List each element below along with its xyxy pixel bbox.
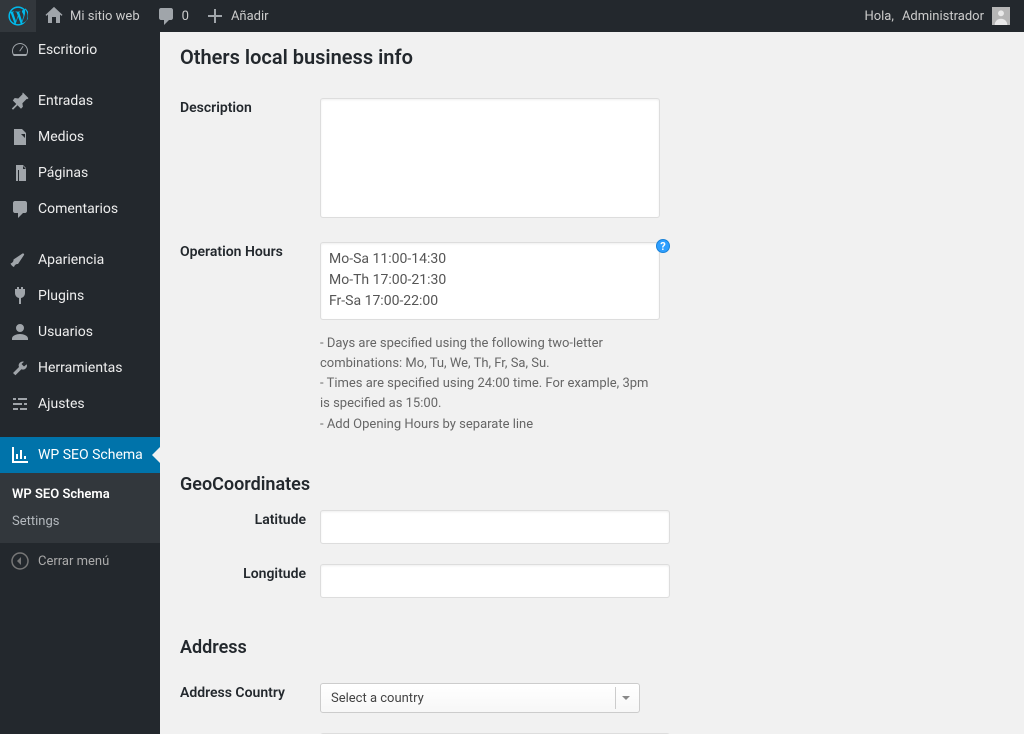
label-address-country: Address Country <box>180 673 320 723</box>
plus-icon <box>205 6 225 26</box>
description-textarea[interactable] <box>320 98 660 218</box>
label-description: Description <box>180 88 320 232</box>
address-country-select[interactable]: Select a country <box>320 683 640 713</box>
label-longitude: Longitude <box>180 554 320 608</box>
comment-icon <box>156 6 176 26</box>
brush-icon <box>10 250 30 270</box>
user-menu[interactable]: Hola, Administrador <box>858 7 1016 25</box>
section-title-others: Others local business info <box>180 44 1004 70</box>
operation-hours-help: - Days are specified using the following… <box>320 334 660 435</box>
sidebar-item-label: Herramientas <box>38 360 123 376</box>
chart-icon <box>10 445 30 465</box>
sidebar-item-label: Apariencia <box>38 252 104 268</box>
new-content-label: Añadir <box>231 9 269 24</box>
avatar <box>992 7 1010 25</box>
plugin-icon <box>10 286 30 306</box>
sliders-icon <box>10 394 30 414</box>
sidebar-item-posts[interactable]: Entradas <box>0 83 160 119</box>
collapse-label: Cerrar menú <box>38 554 109 569</box>
pages-icon <box>10 163 30 183</box>
latitude-input[interactable] <box>320 510 670 544</box>
sidebar-submenu: WP SEO Schema Settings <box>0 473 160 543</box>
sidebar-item-users[interactable]: Usuarios <box>0 314 160 350</box>
dashboard-icon <box>10 40 30 60</box>
label-address-locality: Address Locality <box>180 723 320 734</box>
sidebar-item-label: Páginas <box>38 165 88 181</box>
sidebar-item-dashboard[interactable]: Escritorio <box>0 32 160 68</box>
user-icon <box>10 322 30 342</box>
sidebar-item-label: Usuarios <box>38 324 93 340</box>
collapse-icon <box>10 551 30 571</box>
sidebar-item-label: Comentarios <box>38 201 118 217</box>
address-country-value: Select a country <box>331 691 424 706</box>
sidebar-item-label: Entradas <box>38 93 93 109</box>
longitude-input[interactable] <box>320 564 670 598</box>
sidebar-item-comments[interactable]: Comentarios <box>0 191 160 227</box>
sidebar-item-media[interactable]: Medios <box>0 119 160 155</box>
media-icon <box>10 127 30 147</box>
sidebar-item-settings[interactable]: Ajustes <box>0 386 160 422</box>
wordpress-icon <box>8 6 28 26</box>
sidebar-item-label: Ajustes <box>38 396 85 412</box>
sidebar-item-wp-seo-schema[interactable]: WP SEO Schema <box>0 437 160 473</box>
section-title-address: Address <box>180 636 1004 659</box>
sidebar-item-label: Medios <box>38 129 84 145</box>
site-name: Mi sitio web <box>70 9 140 24</box>
sidebar-item-tools[interactable]: Herramientas <box>0 350 160 386</box>
help-icon[interactable]: ? <box>656 239 670 253</box>
sidebar-item-plugins[interactable]: Plugins <box>0 278 160 314</box>
comments-link[interactable]: 0 <box>148 0 197 32</box>
label-latitude: Latitude <box>180 500 320 554</box>
comments-count: 0 <box>182 9 189 24</box>
main-content: Others local business info Description O… <box>160 32 1024 734</box>
new-content-link[interactable]: Añadir <box>197 0 277 32</box>
pin-icon <box>10 91 30 111</box>
user-greeting: Hola, <box>864 9 893 24</box>
user-name: Administrador <box>902 9 984 24</box>
admin-sidebar: Escritorio Entradas Medios Páginas Comen… <box>0 32 160 734</box>
home-icon <box>44 6 64 26</box>
wp-logo[interactable] <box>0 0 36 32</box>
site-name-link[interactable]: Mi sitio web <box>36 0 148 32</box>
sidebar-item-pages[interactable]: Páginas <box>0 155 160 191</box>
submenu-item-wp-seo-schema[interactable]: WP SEO Schema <box>0 481 160 508</box>
wrench-icon <box>10 358 30 378</box>
sidebar-item-appearance[interactable]: Apariencia <box>0 242 160 278</box>
sidebar-item-label: WP SEO Schema <box>38 447 143 463</box>
comment-icon <box>10 199 30 219</box>
collapse-menu[interactable]: Cerrar menú <box>0 543 160 579</box>
admin-bar: Mi sitio web 0 Añadir Hola, Administrado… <box>0 0 1024 32</box>
operation-hours-textarea[interactable] <box>320 242 660 320</box>
sidebar-item-label: Plugins <box>38 288 84 304</box>
section-title-geo: GeoCoordinates <box>180 473 1004 496</box>
submenu-item-settings[interactable]: Settings <box>0 508 160 535</box>
chevron-down-icon <box>615 687 635 709</box>
label-operation-hours: Operation Hours <box>180 232 320 445</box>
sidebar-item-label: Escritorio <box>38 42 97 58</box>
